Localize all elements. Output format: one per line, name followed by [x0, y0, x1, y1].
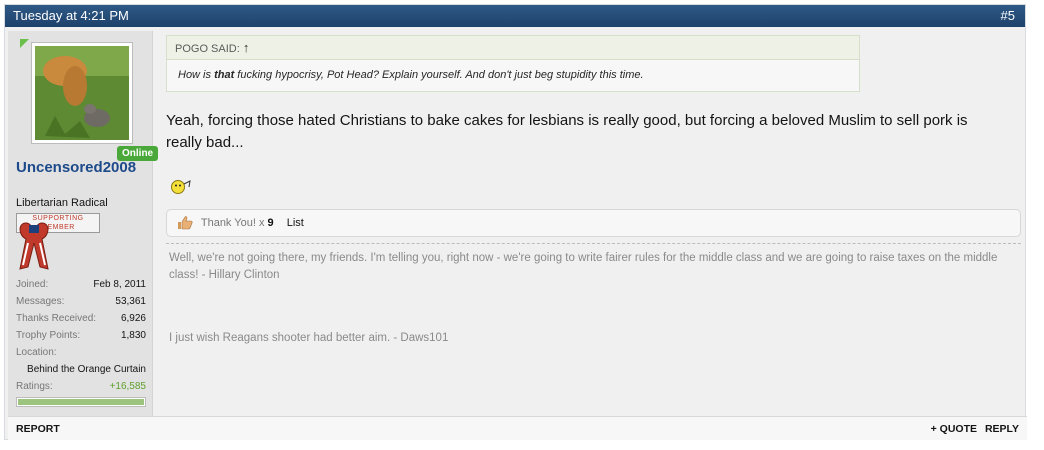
- user-stats: Joined: Feb 8, 2011 Messages: 53,361 Tha…: [16, 276, 146, 395]
- post-date[interactable]: Tuesday at 4:21 PM: [13, 5, 129, 27]
- quote-block: POGO SAID: ↑ How is that fucking hypocri…: [166, 35, 860, 92]
- corner-marker: [20, 39, 29, 48]
- quote-text-after: fucking hypocrisy, Pot Head? Explain you…: [234, 69, 644, 81]
- stat-label: Trophy Points:: [16, 330, 81, 341]
- signature-line-2: I just wish Reagans shooter had better a…: [169, 332, 449, 344]
- smiley-icon: [171, 180, 191, 194]
- quote-author: POGO SAID:: [175, 43, 240, 55]
- quote-text-bold: that: [214, 69, 235, 81]
- stat-value[interactable]: +16,585: [110, 378, 146, 395]
- post-header: Tuesday at 4:21 PM #5: [5, 5, 1025, 27]
- report-button[interactable]: REPORT: [16, 417, 60, 441]
- stat-location-label-row: Location:: [16, 344, 146, 361]
- post: Tuesday at 4:21 PM #5 Online Uncensored2…: [4, 4, 1027, 440]
- stat-value[interactable]: Behind the Orange Curtain: [27, 361, 146, 378]
- ribbon-icon: [19, 222, 49, 270]
- likes-bar: Thank You! x 9 List: [166, 209, 1021, 237]
- stat-value[interactable]: 53,361: [115, 293, 146, 310]
- stat-messages: Messages: 53,361: [16, 293, 146, 310]
- signature-line-1: Well, we're not going there, my friends.…: [169, 252, 998, 281]
- likes-count: 9: [267, 217, 274, 229]
- stat-label: Thanks Received:: [16, 313, 97, 324]
- stat-value: 6,926: [120, 313, 146, 324]
- avatar[interactable]: [31, 42, 133, 144]
- quote-button[interactable]: + QUOTE: [931, 417, 977, 441]
- stat-label: Location:: [16, 347, 57, 358]
- likes-label: Thank You! x: [200, 217, 265, 229]
- username[interactable]: Uncensored2008: [16, 160, 146, 176]
- stat-trophy: Trophy Points: 1,830: [16, 327, 146, 344]
- stat-value: Feb 8, 2011: [93, 279, 146, 290]
- post-footer: REPORT + QUOTE REPLY: [8, 416, 1027, 440]
- avatar-image: [35, 46, 129, 140]
- stat-label: Ratings:: [16, 381, 53, 392]
- user-sidebar: Online Uncensored2008 Libertarian Radica…: [8, 31, 159, 416]
- stat-joined: Joined: Feb 8, 2011: [16, 276, 146, 293]
- post-number[interactable]: #5: [1001, 5, 1015, 27]
- user-title: Libertarian Radical: [16, 197, 108, 209]
- arrow-up-icon[interactable]: ↑: [243, 40, 250, 55]
- reply-button[interactable]: REPLY: [985, 417, 1019, 441]
- quote-text-before: How is: [178, 69, 215, 81]
- rating-bar-fill: [18, 399, 144, 405]
- signature-divider: [166, 243, 1021, 244]
- quote-body: How is that fucking hypocrisy, Pot Head?…: [167, 60, 859, 91]
- rating-bar: [16, 397, 146, 407]
- stat-location-value-row: Behind the Orange Curtain: [16, 361, 146, 378]
- quote-header: POGO SAID: ↑: [167, 36, 859, 60]
- stat-value[interactable]: 1,830: [121, 327, 146, 344]
- stat-ratings: Ratings: +16,585: [16, 378, 146, 395]
- stat-label: Joined:: [16, 279, 49, 290]
- stat-thanks: Thanks Received: 6,926: [16, 310, 146, 327]
- stat-label: Messages:: [16, 296, 65, 307]
- thumbs-up-icon: [178, 216, 193, 230]
- likes-list-link[interactable]: List: [287, 217, 304, 229]
- message-text: Yeah, forcing those hated Christians to …: [166, 112, 968, 151]
